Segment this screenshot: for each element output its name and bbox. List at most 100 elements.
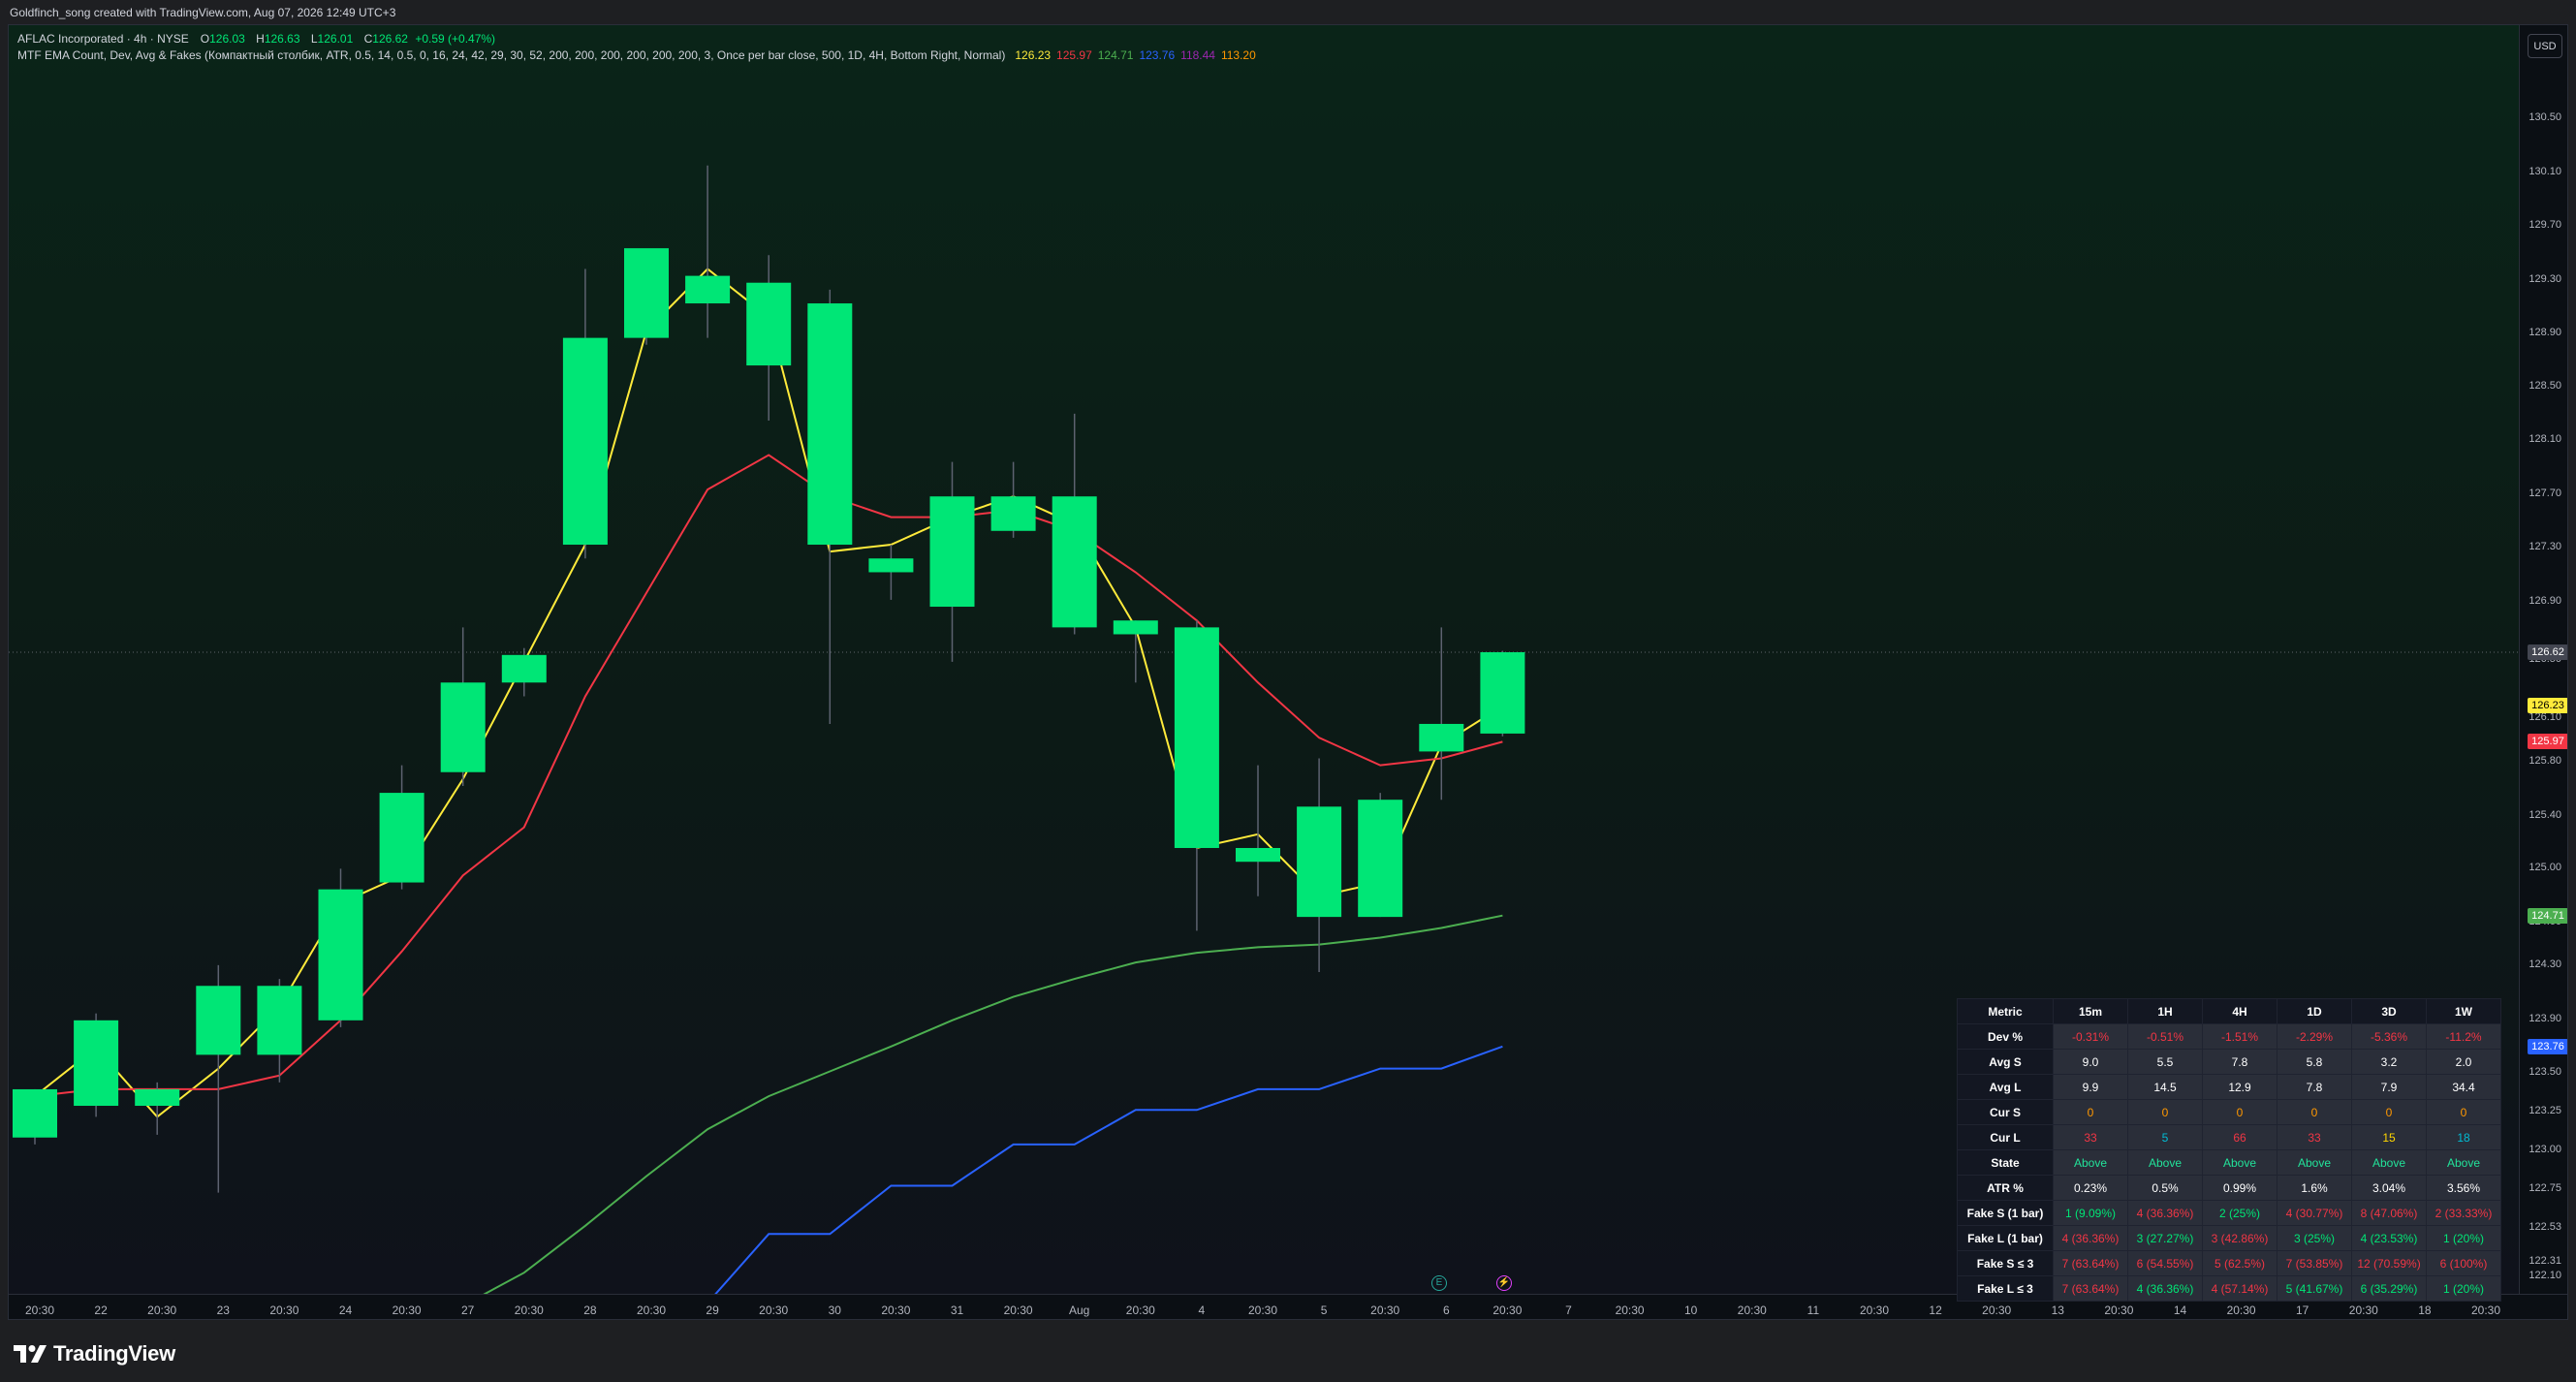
earnings-icon[interactable]: E: [1431, 1275, 1447, 1291]
time-tick-label: 20:30: [636, 1303, 667, 1317]
time-tick-label: 17: [2296, 1303, 2309, 1317]
price-tag: 125.97: [2528, 734, 2567, 750]
stats-cell: -0.51%: [2127, 1023, 2203, 1050]
ohlc-values: O126.03 H126.63 L126.01 C126.62 +0.59 (+…: [200, 32, 496, 46]
price-tick-label: 122.10: [2529, 1270, 2561, 1281]
price-axis[interactable]: USD 130.50 130.10 129.70 129.30 128.90 128.50…: [2519, 25, 2567, 1294]
stats-cell: 4 (36.36%): [2127, 1275, 2203, 1302]
stats-cell: 7 (53.85%): [2277, 1250, 2352, 1276]
stats-row-label: Dev %: [1957, 1023, 2054, 1050]
stats-row: Cur L 33 5 66 33 15 18: [1957, 1124, 2501, 1150]
stats-cell: 0: [2426, 1099, 2501, 1125]
stats-cell: 7 (63.64%): [2053, 1250, 2128, 1276]
stats-cell: 3 (25%): [2277, 1225, 2352, 1251]
tradingview-logo[interactable]: TradingView: [14, 1341, 175, 1366]
low-value: 126.01: [317, 32, 354, 46]
candle-body: [501, 654, 547, 683]
time-tick-label: 10: [1684, 1303, 1698, 1317]
currency-button[interactable]: USD: [2528, 34, 2562, 58]
stats-row: Dev % -0.31% -0.51% -1.51% -2.29% -5.36% -11.2…: [1957, 1023, 2501, 1050]
stats-row: Fake S (1 bar) 1 (9.09%) 4 (36.36%) 2 (25%)…: [1957, 1200, 2501, 1226]
stats-cell: 5 (41.67%): [2277, 1275, 2352, 1302]
stats-row: Fake L (1 bar) 4 (36.36%) 3 (27.27%) 3 (42.…: [1957, 1225, 2501, 1251]
stats-row: Avg S 9.0 5.5 7.8 5.8 3.2 2.0: [1957, 1049, 2501, 1075]
stats-cell: 34.4: [2426, 1074, 2501, 1100]
candle-body: [868, 558, 914, 573]
stats-cell: 4 (23.53%): [2351, 1225, 2427, 1251]
price-tick-label: 123.90: [2529, 1013, 2561, 1024]
stats-cell: 7 (63.64%): [2053, 1275, 2128, 1302]
stats-cell: 33: [2053, 1124, 2128, 1150]
stats-cell: -0.31%: [2053, 1023, 2128, 1050]
candle-body: [440, 682, 486, 772]
time-tick-label: 27: [461, 1303, 475, 1317]
time-tick-label: 20:30: [1615, 1303, 1645, 1317]
candle-body: [624, 248, 669, 338]
stats-cell: Above: [2277, 1149, 2352, 1176]
time-tick-label: 20:30: [514, 1303, 544, 1317]
stats-cell: 4 (36.36%): [2127, 1200, 2203, 1226]
time-tick-label: 20:30: [1370, 1303, 1400, 1317]
indicator-value: 125.97: [1056, 48, 1092, 62]
candle-body: [1236, 847, 1280, 863]
stats-row-label: Avg S: [1957, 1049, 2054, 1075]
candle-body: [1297, 806, 1342, 918]
candle-body: [135, 1088, 180, 1107]
price-tick-label: 130.10: [2529, 166, 2561, 177]
stats-row: Fake S ≤ 37 (63.64%) 6 (54.55%) 5 (62.5%) 7…: [1957, 1250, 2501, 1276]
stats-cell: Above: [2351, 1149, 2427, 1176]
price-tick-label: 122.75: [2529, 1182, 2561, 1194]
stats-cell: 0: [2202, 1099, 2278, 1125]
plot-area[interactable]: AFLAC Incorporated · 4h · NYSE O126.03 H…: [9, 25, 2519, 1302]
price-tick-label: 128.50: [2529, 380, 2561, 392]
candle-body: [685, 275, 731, 304]
time-tick-label: 20:30: [147, 1303, 177, 1317]
price-tick-label: 123.25: [2529, 1105, 2561, 1116]
symbol-legend-row[interactable]: AFLAC Incorporated · 4h · NYSE O126.03 H…: [17, 31, 1256, 47]
price-tag: 126.62: [2528, 644, 2567, 660]
time-tick-label: 20:30: [2348, 1303, 2378, 1317]
open-value: 126.03: [209, 32, 245, 46]
candle-body: [929, 496, 975, 608]
indicator-name[interactable]: MTF EMA Count, Dev, Avg & Fakes (Компакт…: [17, 47, 1005, 64]
time-tick-label: 12: [1929, 1303, 1942, 1317]
price-tag: 126.23: [2528, 698, 2567, 714]
time-tick-label: 20:30: [1737, 1303, 1767, 1317]
stats-cell: 2 (25%): [2202, 1200, 2278, 1226]
stats-cell: 1 (20%): [2426, 1275, 2501, 1302]
stats-cell: 66: [2202, 1124, 2278, 1150]
stats-cell: 4 (30.77%): [2277, 1200, 2352, 1226]
time-tick-label: 20:30: [392, 1303, 422, 1317]
price-tick-label: 128.10: [2529, 433, 2561, 445]
dividends-icon[interactable]: ⚡: [1496, 1275, 1512, 1291]
ema-line-3: [483, 914, 1503, 1294]
chart-frame[interactable]: AFLAC Incorporated · 4h · NYSE O126.03 H…: [8, 24, 2568, 1320]
candle-body: [13, 1088, 57, 1138]
stats-header-cell: Metric: [1957, 998, 2054, 1024]
price-tick-label: 123.00: [2529, 1144, 2561, 1155]
stats-row-label: Fake S (1 bar): [1957, 1200, 2054, 1226]
stats-cell: Above: [2127, 1149, 2203, 1176]
indicator-legend-row[interactable]: MTF EMA Count, Dev, Avg & Fakes (Компакт…: [17, 47, 1256, 64]
time-tick-label: 30: [828, 1303, 841, 1317]
ema-line-4: [714, 1045, 1503, 1294]
close-value: 126.62: [372, 32, 408, 46]
time-tick-label: 6: [1442, 1303, 1450, 1317]
price-tick-label: 124.30: [2529, 958, 2561, 970]
candle-body: [1174, 627, 1219, 848]
stats-cell: -5.36%: [2351, 1023, 2427, 1050]
price-tick-label: 126.90: [2529, 595, 2561, 607]
stats-cell: 7.8: [2202, 1049, 2278, 1075]
indicator-value: 123.76: [1139, 48, 1176, 62]
stats-cell: 3.04%: [2351, 1175, 2427, 1201]
symbol-name[interactable]: AFLAC Incorporated · 4h · NYSE: [17, 31, 189, 47]
stats-header-cell: 3D: [2351, 998, 2427, 1024]
stats-row: ATR % 0.23% 0.5% 0.99% 1.6% 3.04% 3.56%: [1957, 1175, 2501, 1201]
stats-cell: 4 (57.14%): [2202, 1275, 2278, 1302]
stats-cell: 5.5: [2127, 1049, 2203, 1075]
stats-cell: 7.8: [2277, 1074, 2352, 1100]
stats-cell: 6 (54.55%): [2127, 1250, 2203, 1276]
price-tick-label: 123.50: [2529, 1066, 2561, 1078]
stats-header-cell: 1D: [2277, 998, 2352, 1024]
time-tick-label: 20:30: [2470, 1303, 2501, 1317]
